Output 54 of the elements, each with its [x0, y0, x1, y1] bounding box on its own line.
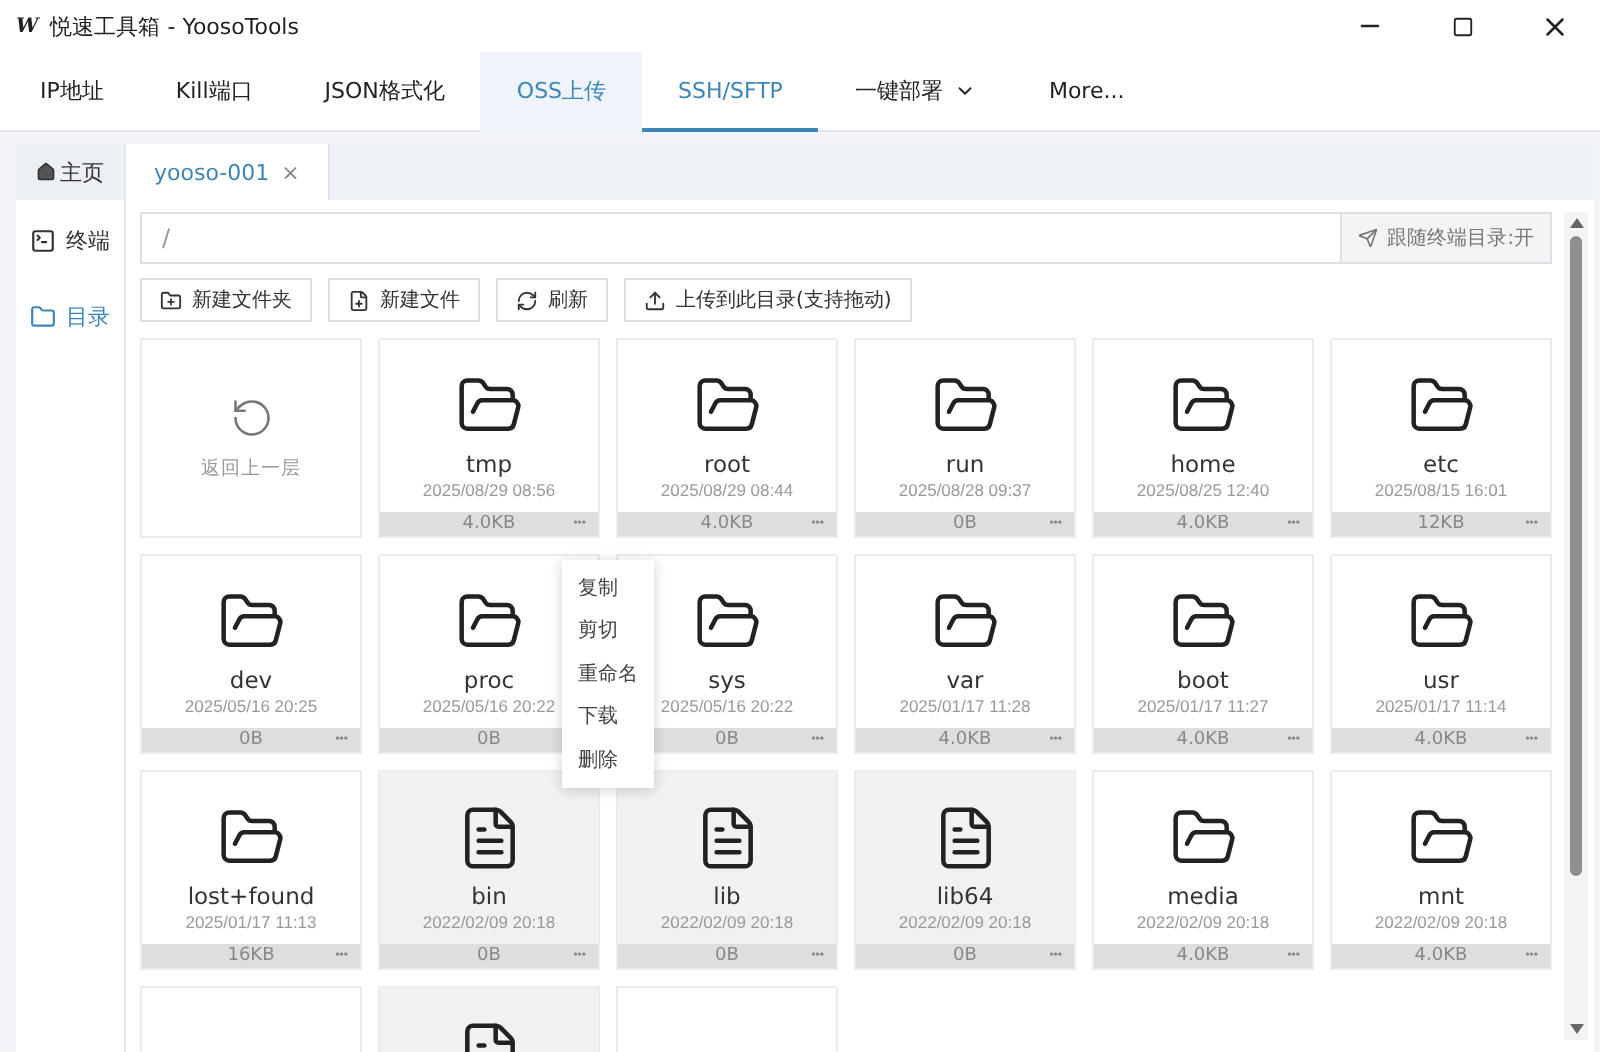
- file-size: 0B: [715, 728, 739, 752]
- file-size: 4.0KB: [700, 512, 754, 536]
- file-size: 4.0KB: [1414, 944, 1468, 968]
- file-date: 2022/02/09 20:18: [1136, 910, 1270, 936]
- file-date: 2025/05/16 20:25: [184, 694, 318, 720]
- file-date: 2025/05/16 20:22: [660, 694, 794, 720]
- file-size: 0B: [715, 944, 739, 968]
- file-name: root: [703, 450, 751, 478]
- file-size: 4.0KB: [1414, 728, 1468, 752]
- file-size: 16KB: [227, 944, 275, 968]
- file-name: run: [945, 450, 985, 478]
- file-date: 2022/02/09 20:18: [422, 910, 556, 936]
- file-name: proc: [463, 666, 515, 694]
- file-size: 0B: [477, 944, 501, 968]
- file-date: 2025/08/29 08:56: [422, 478, 556, 504]
- file-size: 4.0KB: [1176, 512, 1230, 536]
- window-title: 悦速工具箱 - YoosoTools: [50, 11, 299, 41]
- file-size: 0B: [239, 728, 263, 752]
- file-date: 2025/01/17 11:27: [1137, 694, 1269, 720]
- file-name: bin: [471, 882, 507, 910]
- file-date: 2025/08/29 08:44: [660, 478, 794, 504]
- app-logo: W: [16, 15, 39, 37]
- file-date: 2025/01/17 11:13: [185, 910, 317, 936]
- file-name: boot: [1177, 666, 1229, 694]
- file-size: 0B: [953, 512, 977, 536]
- file-name: dev: [229, 666, 273, 694]
- file-size: 0B: [953, 944, 977, 968]
- file-size: 12KB: [1417, 512, 1465, 536]
- file-name: media: [1167, 882, 1239, 910]
- file-date: 2022/02/09 20:18: [660, 910, 794, 936]
- file-date: 2025/08/28 09:37: [898, 478, 1032, 504]
- file-name: tmp: [465, 450, 512, 478]
- file-date: 2022/02/09 20:18: [898, 910, 1032, 936]
- file-name: var: [946, 666, 984, 694]
- file-size: 0B: [477, 728, 501, 752]
- file-date: 2025/05/16 20:22: [422, 694, 556, 720]
- file-date: 2025/08/15 16:01: [1374, 478, 1508, 504]
- file-name: lib: [713, 882, 741, 910]
- file-date: 2025/08/25 12:40: [1136, 478, 1270, 504]
- file-date: 2025/01/17 11:14: [1375, 694, 1507, 720]
- file-size: 4.0KB: [462, 512, 516, 536]
- file-date: 2022/02/09 20:18: [1374, 910, 1508, 936]
- file-name: lib64: [936, 882, 994, 910]
- file-size: 4.0KB: [1176, 944, 1230, 968]
- file-name: home: [1170, 450, 1236, 478]
- home-label: 主页: [60, 157, 104, 187]
- file-name: usr: [1422, 666, 1459, 694]
- file-name: sys: [708, 666, 746, 694]
- file-date: 2025/01/17 11:28: [899, 694, 1031, 720]
- file-name: mnt: [1418, 882, 1464, 910]
- file-name: lost+found: [187, 882, 315, 910]
- file-size: 4.0KB: [938, 728, 992, 752]
- file-size: 4.0KB: [1176, 728, 1230, 752]
- file-name: etc: [1423, 450, 1459, 478]
